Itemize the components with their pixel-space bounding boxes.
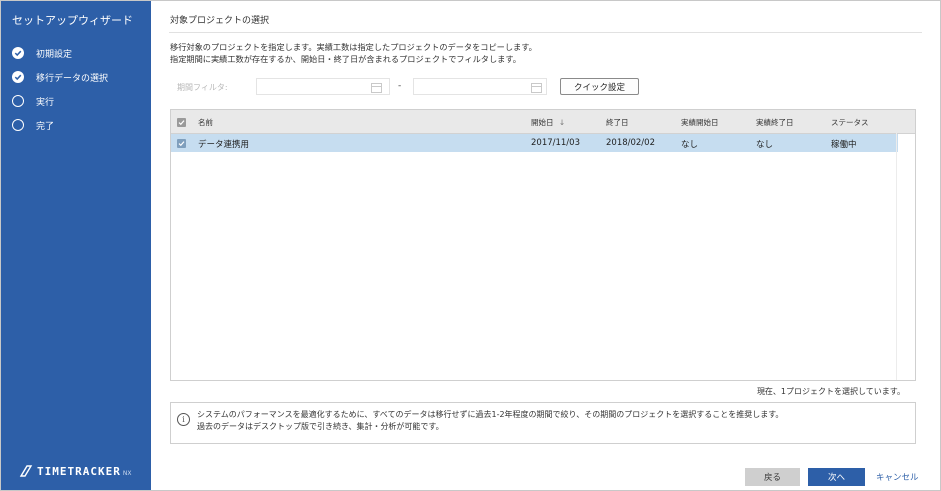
logo-mark-icon xyxy=(19,465,33,477)
cell-actual-start: なし xyxy=(681,140,699,150)
divider xyxy=(169,32,922,33)
calendar-icon[interactable] xyxy=(371,83,382,93)
step-label: 実行 xyxy=(36,97,55,108)
cell-name: データ連携用 xyxy=(198,140,250,150)
column-name[interactable]: 名前 xyxy=(198,117,213,128)
table-header: 名前 開始日 ↓ 終了日 実績開始日 実績終了日 ステータス xyxy=(171,110,915,134)
quick-settings-button[interactable]: クイック設定 xyxy=(560,78,639,95)
column-status[interactable]: ステータス xyxy=(831,117,869,128)
step-execute: 実行 xyxy=(12,89,108,113)
wizard-main: 対象プロジェクトの選択 移行対象のプロジェクトを指定します。実績工数は指定したプ… xyxy=(151,1,940,490)
check-circle-icon xyxy=(12,71,24,83)
cancel-link[interactable]: キャンセル xyxy=(876,471,919,483)
logo-text: TIMETRACKER xyxy=(37,464,121,478)
step-label: 移行データの選択 xyxy=(36,73,109,84)
empty-circle-icon xyxy=(12,95,24,107)
selection-status: 現在、1プロジェクトを選択しています。 xyxy=(756,387,905,396)
step-data-selection: 移行データの選択 xyxy=(12,65,108,89)
cell-end-date: 2018/02/02 xyxy=(606,138,655,148)
back-button[interactable]: 戻る xyxy=(745,468,800,486)
cell-actual-end: なし xyxy=(756,140,774,150)
info-line-2: 過去のデータはデスクトップ版で引き続き、集計・分析が可能です。 xyxy=(197,422,444,431)
next-button[interactable]: 次へ xyxy=(808,468,865,486)
project-table: 名前 開始日 ↓ 終了日 実績開始日 実績終了日 ステータス データ連携用 20… xyxy=(170,109,916,381)
calendar-icon[interactable] xyxy=(531,83,542,93)
cell-status: 稼働中 xyxy=(831,140,857,150)
cell-start-date: 2017/11/03 xyxy=(531,138,580,148)
timetracker-logo: TIMETRACKER NX xyxy=(19,464,131,478)
select-all-checkbox[interactable] xyxy=(177,118,186,127)
description-line-1: 移行対象のプロジェクトを指定します。実績工数は指定したプロジェクトのデータをコピ… xyxy=(170,42,537,52)
logo-suffix: NX xyxy=(122,469,132,477)
column-end-date[interactable]: 終了日 xyxy=(606,117,629,128)
wizard-sidebar: セットアップウィザード 初期設定 移行データの選択 実行 完了 TIMETRAC… xyxy=(1,1,151,490)
column-start-date[interactable]: 開始日 ↓ xyxy=(531,117,565,128)
period-separator: - xyxy=(398,81,402,91)
info-text: システムのパフォーマンスを最適化するために、すべてのデータは移行せずに過去1-2… xyxy=(197,409,783,433)
step-label: 初期設定 xyxy=(36,49,73,60)
wizard-steps: 初期設定 移行データの選択 実行 完了 xyxy=(12,41,108,137)
sort-down-icon: ↓ xyxy=(558,118,566,127)
info-line-1: システムのパフォーマンスを最適化するために、すべてのデータは移行せずに過去1-2… xyxy=(197,410,784,419)
page-description: 移行対象のプロジェクトを指定します。実績工数は指定したプロジェクトのデータをコピ… xyxy=(170,41,537,65)
table-scrollbar[interactable] xyxy=(896,133,915,380)
description-line-2: 指定期間に実績工数が存在するか、開始日・終了日が含まれるプロジェクトでフィルタし… xyxy=(170,54,521,64)
check-circle-icon xyxy=(12,47,24,59)
table-row[interactable]: データ連携用 2017/11/03 2018/02/02 なし なし 稼働中 xyxy=(171,134,898,152)
period-from-input[interactable] xyxy=(256,78,390,95)
step-label: 完了 xyxy=(36,121,55,132)
info-icon: i xyxy=(177,413,190,426)
period-filter-label: 期間フィルタ: xyxy=(177,83,228,92)
step-initial-settings: 初期設定 xyxy=(12,41,108,65)
setup-wizard-window: セットアップウィザード 初期設定 移行データの選択 実行 完了 TIMETRAC… xyxy=(0,0,941,491)
wizard-title: セットアップウィザード xyxy=(12,14,133,27)
step-complete: 完了 xyxy=(12,113,108,137)
info-box: i システムのパフォーマンスを最適化するために、すべてのデータは移行せずに過去1… xyxy=(170,402,916,444)
page-title: 対象プロジェクトの選択 xyxy=(170,16,270,26)
empty-circle-icon xyxy=(12,119,24,131)
column-start-date-label: 開始日 xyxy=(531,118,554,127)
column-actual-start[interactable]: 実績開始日 xyxy=(681,117,719,128)
row-checkbox[interactable] xyxy=(177,139,186,148)
period-to-input[interactable] xyxy=(413,78,547,95)
column-actual-end[interactable]: 実績終了日 xyxy=(756,117,794,128)
